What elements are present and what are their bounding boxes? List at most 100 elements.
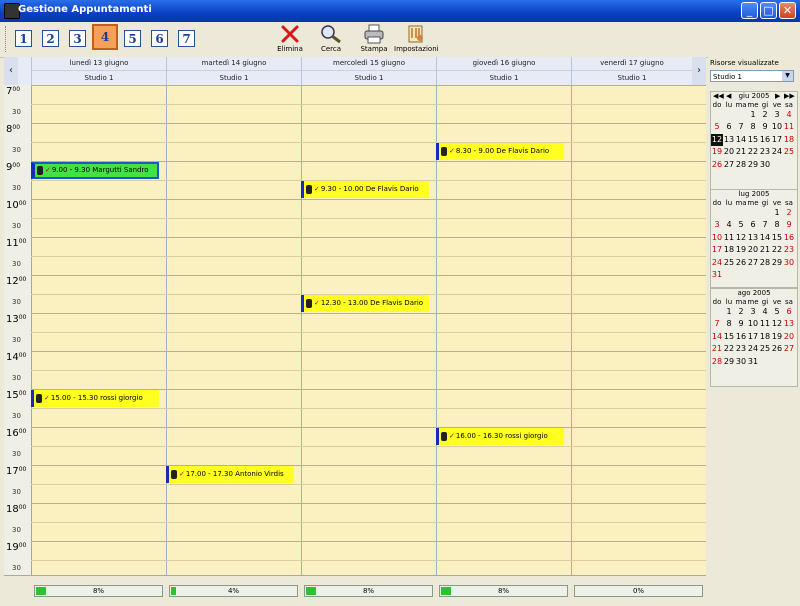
day-cell[interactable]: 15 [747, 134, 759, 146]
settings-button[interactable]: Impostazioni [394, 24, 439, 53]
day-cell[interactable]: 21 [759, 244, 771, 256]
day-cell[interactable]: 18 [759, 331, 771, 343]
day-cell[interactable]: 31 [747, 356, 759, 368]
day-header[interactable]: mercoledì 15 giugno Studio 1 [301, 57, 436, 85]
delete-button[interactable]: Elimina [268, 24, 312, 53]
next-year-icon[interactable]: ▶▶ [784, 92, 795, 101]
day-cell[interactable]: 19 [735, 244, 747, 256]
day-cell[interactable]: 20 [747, 244, 759, 256]
day-cell[interactable]: 5 [735, 219, 747, 231]
day-cell[interactable]: 28 [759, 257, 771, 269]
days-4-button[interactable]: 4 [92, 24, 118, 50]
day-cell[interactable]: 23 [759, 146, 771, 158]
day-header[interactable]: giovedì 16 giugno Studio 1 [436, 57, 571, 85]
day-cell[interactable]: 1 [771, 207, 783, 219]
day-cell[interactable]: 2 [759, 109, 771, 121]
days-3-button[interactable]: 3 [69, 30, 86, 47]
day-cell[interactable]: 10 [711, 232, 723, 244]
day-cell[interactable]: 25 [723, 257, 735, 269]
appointment[interactable]: ✓9.00 - 9.30 Margutti Sandro [31, 162, 159, 179]
day-cell[interactable]: 10 [747, 318, 759, 330]
day-cell[interactable]: 13 [783, 318, 795, 330]
appointment[interactable]: ✓8.30 - 9.00 De Flavis Dario [436, 143, 564, 160]
minimize-button[interactable]: _ [741, 2, 758, 19]
prev-year-icon[interactable]: ◀◀ [713, 92, 724, 101]
day-cell[interactable]: 6 [747, 219, 759, 231]
day-cell[interactable]: 23 [783, 244, 795, 256]
day-cell[interactable]: 9 [759, 121, 771, 133]
day-cell[interactable]: 29 [747, 159, 759, 171]
day-cell[interactable]: 14 [711, 331, 723, 343]
day-cell[interactable]: 17 [747, 331, 759, 343]
day-cell[interactable]: 9 [783, 219, 795, 231]
day-cell[interactable]: 2 [783, 207, 795, 219]
print-button[interactable]: Stampa [352, 24, 396, 53]
day-cell[interactable]: 13 [723, 134, 735, 146]
day-cell[interactable]: 5 [711, 121, 723, 133]
day-cell[interactable]: 27 [723, 159, 735, 171]
day-header[interactable]: martedì 14 giugno Studio 1 [166, 57, 301, 85]
next-month-icon[interactable]: ▶ [775, 92, 780, 101]
day-cell[interactable]: 24 [747, 343, 759, 355]
next-week-arrow[interactable]: › [692, 57, 706, 85]
day-cell[interactable]: 5 [771, 306, 783, 318]
close-button[interactable]: ✕ [779, 2, 796, 19]
day-cell[interactable]: 7 [735, 121, 747, 133]
day-cell[interactable]: 20 [783, 331, 795, 343]
days-2-button[interactable]: 2 [42, 30, 59, 47]
day-cell[interactable]: 23 [735, 343, 747, 355]
day-cell[interactable]: 30 [759, 159, 771, 171]
appointment[interactable]: ✓15.00 - 15.30 rossi giorgio [31, 390, 159, 407]
day-cell[interactable]: 13 [747, 232, 759, 244]
day-cell[interactable]: 16 [783, 232, 795, 244]
day-cell[interactable]: 25 [759, 343, 771, 355]
day-cell[interactable]: 15 [723, 331, 735, 343]
day-cell[interactable]: 14 [759, 232, 771, 244]
day-header[interactable]: venerdì 17 giugno Studio 1 [571, 57, 692, 85]
resources-select[interactable]: Studio 1 ▼ [710, 70, 794, 82]
days-1-button[interactable]: 1 [15, 30, 32, 47]
time-grid[interactable]: ✓9.00 - 9.30 Margutti Sandro ✓8.30 - 9.00… [31, 85, 706, 575]
day-cell[interactable]: 30 [783, 257, 795, 269]
day-cell[interactable]: 27 [783, 343, 795, 355]
chevron-down-icon[interactable]: ▼ [782, 71, 793, 81]
day-cell[interactable]: 24 [771, 146, 783, 158]
day-cell[interactable]: 22 [771, 244, 783, 256]
day-cell[interactable]: 11 [783, 121, 795, 133]
day-cell[interactable]: 18 [783, 134, 795, 146]
day-cell[interactable]: 1 [723, 306, 735, 318]
appointment[interactable]: ✓17.00 - 17.30 Antonio Virdis [166, 466, 294, 483]
day-cell[interactable]: 29 [771, 257, 783, 269]
day-cell[interactable]: 8 [771, 219, 783, 231]
toolbar-grip[interactable] [5, 26, 9, 52]
day-cell[interactable]: 17 [771, 134, 783, 146]
day-cell[interactable]: 8 [747, 121, 759, 133]
days-7-button[interactable]: 7 [178, 30, 195, 47]
day-header[interactable]: lunedì 13 giugno Studio 1 [31, 57, 166, 85]
search-button[interactable]: Cerca [309, 24, 353, 53]
day-cell[interactable]: 27 [747, 257, 759, 269]
day-cell[interactable]: 25 [783, 146, 795, 158]
day-cell[interactable]: 28 [711, 356, 723, 368]
day-cell[interactable]: 26 [735, 257, 747, 269]
day-cell[interactable]: 11 [759, 318, 771, 330]
prev-week-arrow[interactable]: ‹ [4, 57, 18, 85]
day-cell[interactable]: 15 [771, 232, 783, 244]
day-cell[interactable]: 11 [723, 232, 735, 244]
appointment[interactable]: ✓12.30 - 13.00 De Flavis Dario [301, 295, 429, 312]
day-cell[interactable]: 7 [759, 219, 771, 231]
day-cell[interactable]: 6 [783, 306, 795, 318]
day-cell[interactable]: 7 [711, 318, 723, 330]
day-cell[interactable]: 17 [711, 244, 723, 256]
day-cell[interactable]: 1 [747, 109, 759, 121]
days-6-button[interactable]: 6 [151, 30, 168, 47]
appointment[interactable]: ✓9.30 - 10.00 De Flavis Dario [301, 181, 429, 198]
day-cell[interactable]: 16 [759, 134, 771, 146]
day-cell[interactable]: 31 [711, 269, 723, 281]
day-cell[interactable]: 21 [735, 146, 747, 158]
day-cell[interactable]: 20 [723, 146, 735, 158]
day-cell[interactable]: 8 [723, 318, 735, 330]
day-cell[interactable]: 18 [723, 244, 735, 256]
day-cell[interactable]: 4 [723, 219, 735, 231]
day-cell[interactable]: 10 [771, 121, 783, 133]
